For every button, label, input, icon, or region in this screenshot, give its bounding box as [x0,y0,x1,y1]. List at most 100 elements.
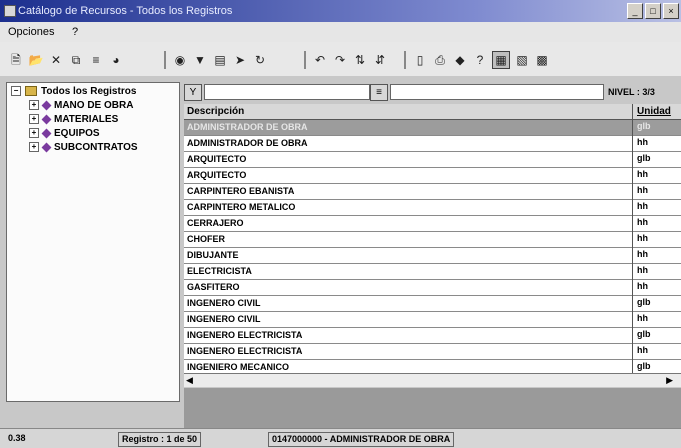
cell-unit: glb [637,329,651,339]
binoculars-icon[interactable]: ◉ [172,52,188,68]
cell-description: INGENERO CIVIL [187,298,261,308]
tree-root-node[interactable]: − Todos los Registros [11,86,136,97]
page-icon[interactable]: ▯ [412,52,428,68]
menu-bar: Opciones ? [0,22,681,42]
column-divider[interactable] [632,104,633,386]
expand-icon[interactable]: + [29,128,39,139]
print-preview-icon[interactable]: ▤ [212,52,228,68]
diamond-icon [41,100,52,111]
app-icon [4,5,16,17]
tree-item-materiales[interactable]: + MATERIALES [29,114,118,125]
chart-icon[interactable]: ◕ [108,52,124,68]
cell-unit: hh [637,313,648,323]
cell-description: INGENERO ELECTRICISTA [187,346,303,356]
diamond-icon [41,128,52,139]
cell-description: CERRAJERO [187,218,244,228]
maximize-button[interactable]: □ [645,3,661,19]
title-bar: Catálogo de Recursos - Todos los Registr… [0,0,681,22]
filter-icon[interactable]: ≡ [88,52,104,68]
cell-unit: hh [637,217,648,227]
column-header-description[interactable]: Descripción [187,106,244,117]
copy-icon[interactable]: ⧉ [68,52,84,68]
menu-opciones[interactable]: Opciones [8,26,54,38]
table-row[interactable]: CHOFER hh [184,232,681,248]
cell-description: ARQUITECTO [187,170,247,180]
table-row[interactable]: CARPINTERO EBANISTA hh [184,184,681,200]
scroll-left-icon[interactable]: ◀ [186,375,193,386]
table-row[interactable]: ARQUITECTO hh [184,168,681,184]
window-title: Catálogo de Recursos - Todos los Registr… [18,5,233,17]
cell-description: ELECTRICISTA [187,266,252,276]
funnel-icon[interactable]: ▼ [192,52,208,68]
column-header-unit[interactable]: Unidad [637,106,671,117]
refresh-icon[interactable]: ↻ [252,52,268,68]
menu-help[interactable]: ? [72,26,78,38]
cell-unit: hh [637,281,648,291]
cell-unit: hh [637,233,648,243]
cell-unit: hh [637,137,648,147]
cell-unit: hh [637,169,648,179]
scroll-right-icon[interactable]: ▶ [666,375,673,386]
filter-apply-icon[interactable]: ≡ [370,84,388,101]
cell-description: ADMINISTRADOR DE OBRA [187,138,308,148]
minimize-button[interactable]: _ [627,3,643,19]
expand-icon[interactable]: + [29,114,39,125]
table-row[interactable]: CARPINTERO METALICO hh [184,200,681,216]
help-icon[interactable]: ? [472,52,488,68]
close-button[interactable]: × [663,3,679,19]
tree-item-subcontratos[interactable]: + SUBCONTRATOS [29,142,138,153]
current-record: 0147000000 - ADMINISTRADOR DE OBRA [268,432,455,447]
cell-description: INGENIERO MECANICO [187,362,290,372]
expand-icon[interactable]: + [29,100,39,111]
save-icon[interactable]: ▩ [534,52,550,68]
cell-unit: glb [637,297,651,307]
filter-icon[interactable]: Y [184,84,202,101]
cell-unit: hh [637,185,648,195]
cell-unit: hh [637,201,648,211]
collapse-icon[interactable]: − [11,86,21,97]
cell-unit: hh [637,265,648,275]
diamond-icon[interactable]: ◆ [452,52,468,68]
cell-description: CHOFER [187,234,225,244]
new-doc-icon[interactable]: 🗎 [8,52,24,68]
table-row[interactable]: INGENERO ELECTRICISTA hh [184,344,681,360]
cell-description: INGENERO ELECTRICISTA [187,330,303,340]
redo-icon[interactable]: ↷ [332,52,348,68]
tree-item-label: EQUIPOS [54,128,100,139]
tree-item-label: SUBCONTRATOS [54,142,138,153]
undo-icon[interactable]: ↶ [312,52,328,68]
table-row[interactable]: ADMINISTRADOR DE OBRA hh [184,136,681,152]
cell-unit: glb [637,121,651,131]
expand-icon[interactable]: + [29,142,39,153]
tree-item-mano-de-obra[interactable]: + MANO DE OBRA [29,100,133,111]
unit-filter-input[interactable] [390,84,604,100]
table-row[interactable]: INGENERO CIVIL hh [184,312,681,328]
table-row[interactable]: CERRAJERO hh [184,216,681,232]
group-icon[interactable]: ▦ [492,51,510,69]
table-row[interactable]: INGENERO ELECTRICISTA glb [184,328,681,344]
sort-desc-icon[interactable]: ⇵ [372,52,388,68]
printer-icon[interactable]: ⎙ [432,52,448,68]
description-filter-input[interactable] [204,84,370,100]
toolbar-group-view: ▯ ⎙ ◆ ? ▦ ▧ ▩ [412,51,554,69]
diamond-icon [41,114,52,125]
open-icon[interactable]: 📂 [28,52,44,68]
toolbar-group-search: ◉ ▼ ▤ ➤ ↻ [172,51,272,69]
export-icon[interactable]: ➤ [232,52,248,68]
toolbar-separator [164,51,166,69]
detail-panel [184,388,681,428]
grid-icon[interactable]: ▧ [514,52,530,68]
delete-icon[interactable]: ✕ [48,52,64,68]
table-row[interactable]: GASFITERO hh [184,280,681,296]
table-row[interactable]: ELECTRICISTA hh [184,264,681,280]
table-row[interactable]: ADMINISTRADOR DE OBRA glb [184,120,681,136]
table-row[interactable]: DIBUJANTE hh [184,248,681,264]
table-row[interactable]: ARQUITECTO glb [184,152,681,168]
table-row[interactable]: INGENERO CIVIL glb [184,296,681,312]
cell-description: ARQUITECTO [187,154,247,164]
sort-asc-icon[interactable]: ⇅ [352,52,368,68]
level-indicator: NIVEL : 3/3 [608,87,655,97]
cell-unit: hh [637,249,648,259]
tree-item-equipos[interactable]: + EQUIPOS [29,128,100,139]
horizontal-scrollbar[interactable]: ◀ ▶ [184,373,681,387]
